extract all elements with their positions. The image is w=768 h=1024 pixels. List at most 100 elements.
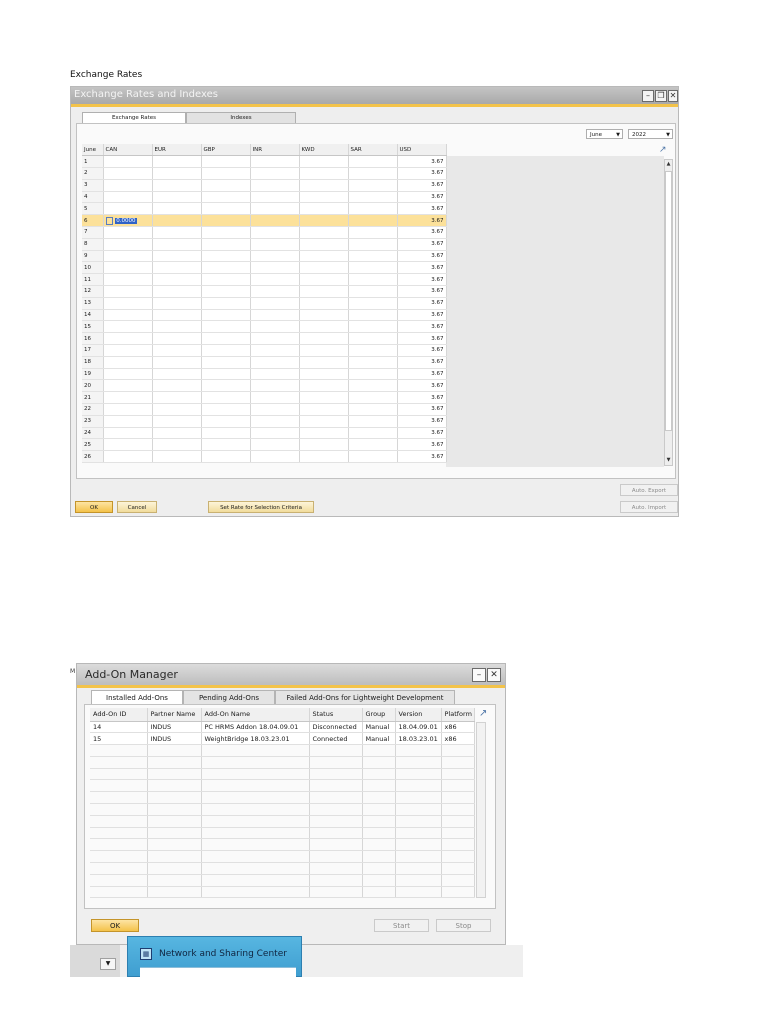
empty-cell[interactable]: [395, 779, 442, 793]
usd-rate-cell[interactable]: 3.67: [397, 320, 447, 334]
rate-cell[interactable]: [250, 167, 300, 180]
addon-cell[interactable]: PC HRMS Addon 18.04.09.01: [201, 721, 310, 734]
empty-cell[interactable]: [90, 874, 148, 887]
rate-cell[interactable]: [299, 261, 349, 275]
table-row[interactable]: 14 3.67: [82, 309, 447, 322]
rate-cell[interactable]: [348, 309, 398, 322]
column-header[interactable]: INR: [250, 144, 300, 157]
start-button[interactable]: Start: [374, 919, 429, 932]
rate-cell[interactable]: [299, 297, 349, 310]
rate-cell[interactable]: [348, 273, 398, 287]
empty-cell[interactable]: [201, 827, 310, 840]
empty-cell[interactable]: [441, 779, 475, 793]
empty-cell[interactable]: [90, 838, 148, 852]
column-header[interactable]: Add-On Name: [201, 708, 310, 722]
rate-cell[interactable]: [103, 273, 153, 287]
rate-cell[interactable]: [348, 238, 398, 251]
rate-cell[interactable]: [152, 202, 202, 216]
table-row[interactable]: [90, 838, 475, 852]
rate-edit-cell[interactable]: 0.0000: [103, 214, 153, 228]
column-header[interactable]: Add-On ID: [90, 708, 148, 722]
rate-cell[interactable]: [152, 368, 202, 381]
usd-rate-cell[interactable]: 3.67: [397, 285, 447, 298]
rate-cell[interactable]: [152, 344, 202, 357]
usd-rate-cell[interactable]: 3.67: [397, 273, 447, 287]
rate-cell[interactable]: [201, 214, 251, 228]
rate-cell[interactable]: [152, 450, 202, 464]
rate-cell[interactable]: [348, 403, 398, 416]
tab-exchange-rates[interactable]: Exchange Rates: [82, 112, 186, 123]
table-row[interactable]: 25 3.67: [82, 438, 447, 452]
rate-cell[interactable]: [103, 415, 153, 428]
usd-rate-cell[interactable]: 3.67: [397, 368, 447, 381]
rate-cell[interactable]: [103, 368, 153, 381]
empty-cell[interactable]: [441, 838, 475, 852]
table-row[interactable]: 19 3.67: [82, 368, 447, 381]
rate-cell[interactable]: [348, 226, 398, 239]
table-row[interactable]: 4 3.67: [82, 191, 447, 204]
empty-cell[interactable]: [362, 779, 396, 793]
rate-cell[interactable]: [152, 261, 202, 275]
rate-cell[interactable]: [103, 167, 153, 180]
rate-cell[interactable]: [201, 261, 251, 275]
rate-cell[interactable]: [348, 285, 398, 298]
rate-cell[interactable]: [103, 332, 153, 346]
rate-cell[interactable]: [152, 285, 202, 298]
rate-cell[interactable]: [103, 226, 153, 239]
usd-rate-cell[interactable]: 3.67: [397, 191, 447, 204]
rate-cell[interactable]: [250, 438, 300, 452]
rate-cell[interactable]: [152, 332, 202, 346]
empty-cell[interactable]: [201, 803, 310, 816]
usd-rate-cell[interactable]: 3.67: [397, 309, 447, 322]
rate-cell[interactable]: [201, 155, 251, 169]
table-row[interactable]: 10 3.67: [82, 261, 447, 275]
column-header[interactable]: CAN: [103, 144, 153, 157]
empty-cell[interactable]: [362, 756, 396, 769]
close-icon[interactable]: ✕: [668, 90, 678, 102]
rate-cell[interactable]: [250, 427, 300, 440]
rate-cell[interactable]: [299, 391, 349, 405]
empty-cell[interactable]: [309, 862, 363, 875]
rate-cell[interactable]: [152, 179, 202, 192]
table-row[interactable]: [90, 803, 475, 816]
rate-cell[interactable]: [299, 379, 349, 393]
empty-cell[interactable]: [395, 803, 442, 816]
rate-cell[interactable]: [348, 391, 398, 405]
table-row[interactable]: 21 3.67: [82, 391, 447, 405]
empty-cell[interactable]: [362, 803, 396, 816]
rate-cell[interactable]: [348, 438, 398, 452]
rate-cell[interactable]: [250, 214, 300, 228]
year-select[interactable]: 2022 ▼: [628, 129, 673, 139]
rate-cell[interactable]: [250, 450, 300, 464]
cancel-button[interactable]: Cancel: [117, 501, 157, 513]
empty-cell[interactable]: [362, 827, 396, 840]
usd-rate-cell[interactable]: 3.67: [397, 238, 447, 251]
empty-cell[interactable]: [147, 791, 202, 805]
table-row[interactable]: 12 3.67: [82, 285, 447, 298]
rate-cell[interactable]: [152, 438, 202, 452]
window-title-bar[interactable]: Add-On Manager – ✕: [77, 664, 505, 685]
rate-cell[interactable]: [250, 344, 300, 357]
empty-cell[interactable]: [201, 862, 310, 875]
rate-cell[interactable]: [152, 155, 202, 169]
empty-cell[interactable]: [147, 779, 202, 793]
rate-cell[interactable]: [348, 179, 398, 192]
table-row[interactable]: 15 3.67: [82, 320, 447, 334]
rate-cell[interactable]: [201, 297, 251, 310]
usd-rate-cell[interactable]: 3.67: [397, 415, 447, 428]
ok-button[interactable]: OK: [91, 919, 139, 932]
empty-cell[interactable]: [147, 850, 202, 864]
empty-cell[interactable]: [395, 756, 442, 769]
addon-cell[interactable]: WeightBridge 18.03.23.01: [201, 732, 310, 746]
empty-cell[interactable]: [90, 862, 148, 875]
tab-installed-addons[interactable]: Installed Add-Ons: [91, 690, 183, 704]
rate-cell[interactable]: [299, 368, 349, 381]
table-row[interactable]: 15 INDUS WeightBridge 18.03.23.01 Connected…: [90, 732, 475, 746]
empty-cell[interactable]: [147, 886, 202, 899]
rate-cell[interactable]: [299, 450, 349, 464]
usd-rate-cell[interactable]: 3.67: [397, 202, 447, 216]
empty-cell[interactable]: [309, 744, 363, 757]
column-header[interactable]: SAR: [348, 144, 398, 157]
table-row[interactable]: 24 3.67: [82, 427, 447, 440]
empty-cell[interactable]: [309, 886, 363, 899]
